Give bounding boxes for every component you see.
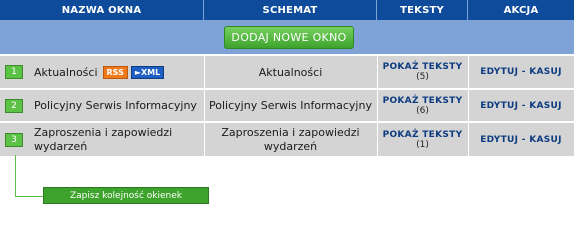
header-name: NAZWA OKNA [0,0,204,20]
column-divider [377,54,378,156]
row-index-cell: 3 [5,123,29,156]
row-texts-cell: POKAŻ TEKSTY (6) [377,90,468,121]
row-index-cell: 2 [5,90,29,121]
window-name: Policyjny Serwis Informacyjny [34,99,197,112]
order-badge[interactable]: 1 [5,65,23,79]
show-texts-link[interactable]: POKAŻ TEKSTY [383,62,463,72]
edit-delete-links[interactable]: EDYTUJ - KASUJ [480,67,562,77]
schema-name: Aktualności [258,65,323,79]
column-divider [468,54,469,156]
save-order-button[interactable]: Zapisz kolejność okienek [43,187,209,204]
xml-label: XML [141,67,161,77]
order-badge[interactable]: 2 [5,98,23,113]
schema-name: Zaproszenia i zapowiedzi wydarzeń [221,125,360,153]
row-schema-cell: Aktualności [204,56,377,88]
column-divider [204,54,205,156]
table-row: 3 Zaproszenia i zapowiedzi wydarzeń Zapr… [0,123,574,156]
texts-count: (1) [416,139,429,150]
rss-icon[interactable]: RSS [102,65,128,79]
row-action-cell: EDYTUJ - KASUJ [468,123,574,156]
row-name-cell: Aktualności RSS ►XML [34,56,204,88]
row-name-cell: Zaproszenia i zapowiedzi wydarzeń [34,123,199,156]
header-schema: SCHEMAT [204,0,377,20]
row-schema-cell: Policyjny Serwis Informacyjny [204,90,377,121]
table-row: 2 Policyjny Serwis Informacyjny Policyjn… [0,90,574,121]
header-action: AKCJA [468,0,574,20]
window-name: Zaproszenia i zapowiedzi wydarzeń [34,125,173,153]
row-action-cell: EDYTUJ - KASUJ [468,56,574,88]
row-schema-cell: Zaproszenia i zapowiedzi wydarzeń [214,123,367,156]
schema-name: Policyjny Serwis Informacyjny [209,99,372,112]
show-texts-link[interactable]: POKAŻ TEKSTY [383,96,463,106]
header-texts: TEKSTY [377,0,468,20]
xml-icon[interactable]: ►XML [130,65,165,79]
table-row: 1 Aktualności RSS ►XML Aktualności POKAŻ… [0,56,574,88]
tree-connector [15,196,45,197]
row-texts-cell: POKAŻ TEKSTY (1) [377,123,468,156]
edit-delete-links[interactable]: EDYTUJ - KASUJ [480,135,562,145]
row-action-cell: EDYTUJ - KASUJ [468,90,574,121]
tree-connector [15,155,16,197]
show-texts-link[interactable]: POKAŻ TEKSTY [383,130,463,140]
add-window-button[interactable]: DODAJ NOWE OKNO [224,26,354,49]
row-texts-cell: POKAŻ TEKSTY (5) [377,56,468,88]
edit-delete-links[interactable]: EDYTUJ - KASUJ [480,101,562,111]
row-name-cell: Policyjny Serwis Informacyjny [34,90,204,121]
texts-count: (6) [416,105,429,116]
texts-count: (5) [416,72,429,82]
order-badge[interactable]: 3 [5,132,23,147]
window-name: Aktualności [34,65,98,79]
row-index-cell: 1 [5,56,29,88]
